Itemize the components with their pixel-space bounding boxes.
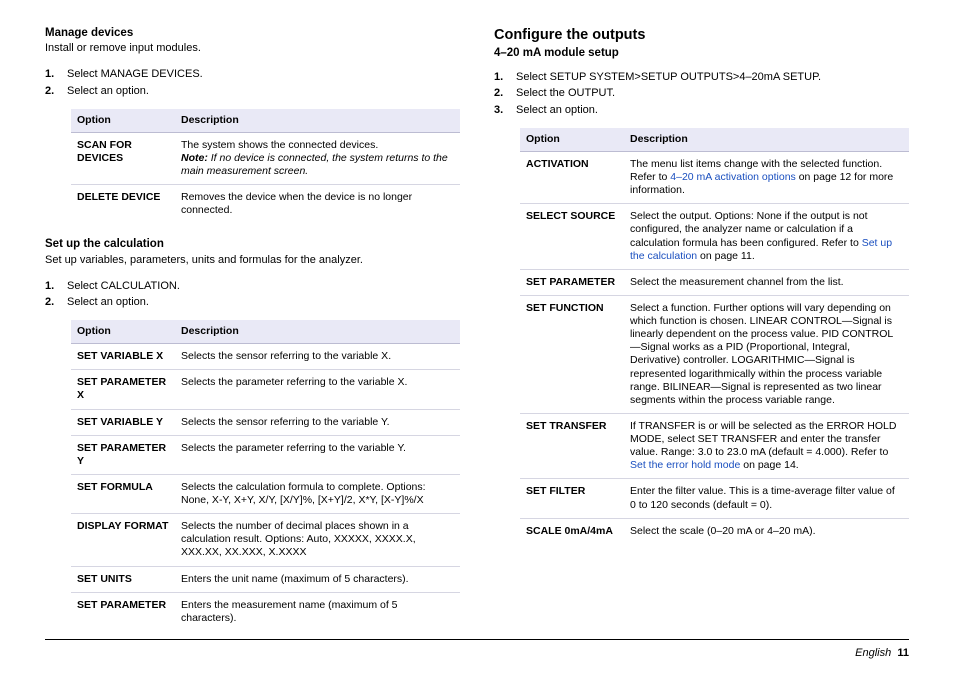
col-description: Description <box>624 128 909 152</box>
desc-text: Select the output. Options: None if the … <box>630 210 868 248</box>
description-cell: Removes the device when the device is no… <box>175 185 460 224</box>
description-cell: The menu list items change with the sele… <box>624 151 909 203</box>
manage-devices-heading: Manage devices <box>45 26 460 40</box>
option-cell: SET PARAMETER Y <box>71 435 175 474</box>
step-item: Select CALCULATION. <box>45 280 460 294</box>
col-description: Description <box>175 320 460 344</box>
option-cell: SET VARIABLE X <box>71 344 175 370</box>
table-row: DISPLAY FORMATSelects the number of deci… <box>71 514 460 566</box>
description-cell: Selects the parameter referring to the v… <box>175 435 460 474</box>
desc-text: on page 14. <box>740 459 798 471</box>
col-description: Description <box>175 109 460 133</box>
description-cell: Enters the measurement name (maximum of … <box>175 592 460 631</box>
description-cell: The system shows the connected devices. … <box>175 132 460 184</box>
two-column-layout: Manage devices Install or remove input m… <box>45 26 909 631</box>
page: Manage devices Install or remove input m… <box>0 0 954 673</box>
cross-ref-link[interactable]: Set the error hold mode <box>630 459 740 471</box>
module-setup-steps: Select SETUP SYSTEM>SETUP OUTPUTS>4–20mA… <box>494 71 909 118</box>
step-item: Select an option. <box>494 104 909 118</box>
option-cell: SET PARAMETER X <box>71 370 175 409</box>
table-row: SCAN FOR DEVICES The system shows the co… <box>71 132 460 184</box>
step-item: Select SETUP SYSTEM>SETUP OUTPUTS>4–20mA… <box>494 71 909 85</box>
table-row: ACTIVATION The menu list items change wi… <box>520 151 909 203</box>
step-item: Select an option. <box>45 85 460 99</box>
step-item: Select the OUTPUT. <box>494 87 909 101</box>
table-row: SET VARIABLE XSelects the sensor referri… <box>71 344 460 370</box>
option-cell: SET VARIABLE Y <box>71 409 175 435</box>
description-cell: If TRANSFER is or will be selected as th… <box>624 413 909 479</box>
desc-text: If TRANSFER is or will be selected as th… <box>630 420 896 458</box>
step-item: Select an option. <box>45 296 460 310</box>
table-row: SET FILTER Enter the filter value. This … <box>520 479 909 518</box>
col-option: Option <box>71 320 175 344</box>
option-cell: SCALE 0mA/4mA <box>520 518 624 544</box>
table-row: SET PARAMETER YSelects the parameter ref… <box>71 435 460 474</box>
description-cell: Select the scale (0–20 mA or 4–20 mA). <box>624 518 909 544</box>
manage-devices-intro: Install or remove input modules. <box>45 42 460 56</box>
desc-text: The system shows the connected devices. <box>181 139 378 151</box>
step-item: Select MANAGE DEVICES. <box>45 68 460 82</box>
option-cell: DELETE DEVICE <box>71 185 175 224</box>
description-cell: Enter the filter value. This is a time-a… <box>624 479 909 518</box>
table-row: SET FORMULASelects the calculation formu… <box>71 474 460 513</box>
option-cell: SET UNITS <box>71 566 175 592</box>
option-cell: SET PARAMETER <box>520 269 624 295</box>
right-column: Configure the outputs 4–20 mA module set… <box>494 26 909 631</box>
configure-outputs-heading: Configure the outputs <box>494 26 909 44</box>
description-cell: Selects the number of decimal places sho… <box>175 514 460 566</box>
manage-devices-table: Option Description SCAN FOR DEVICES The … <box>71 109 460 224</box>
option-cell: SCAN FOR DEVICES <box>71 132 175 184</box>
table-row: SET PARAMETEREnters the measurement name… <box>71 592 460 631</box>
description-cell: Enters the unit name (maximum of 5 chara… <box>175 566 460 592</box>
table-row: SELECT SOURCE Select the output. Options… <box>520 204 909 270</box>
cross-ref-link[interactable]: 4–20 mA activation options <box>670 171 796 183</box>
note-label: Note: <box>181 152 208 164</box>
table-row: SET UNITSEnters the unit name (maximum o… <box>71 566 460 592</box>
description-cell: Selects the sensor referring to the vari… <box>175 409 460 435</box>
footer-language: English <box>855 647 891 659</box>
module-setup-subheading: 4–20 mA module setup <box>494 46 909 60</box>
calculation-intro: Set up variables, parameters, units and … <box>45 254 460 268</box>
calculation-steps: Select CALCULATION. Select an option. <box>45 280 460 311</box>
col-option: Option <box>520 128 624 152</box>
description-cell: Select a function. Further options will … <box>624 295 909 413</box>
left-column: Manage devices Install or remove input m… <box>45 26 460 631</box>
page-footer: English 11 <box>45 639 909 659</box>
option-cell: SELECT SOURCE <box>520 204 624 270</box>
description-cell: Selects the sensor referring to the vari… <box>175 344 460 370</box>
table-row: SET FUNCTION Select a function. Further … <box>520 295 909 413</box>
calculation-heading: Set up the calculation <box>45 237 460 251</box>
table-row: DELETE DEVICE Removes the device when th… <box>71 185 460 224</box>
col-option: Option <box>71 109 175 133</box>
option-cell: ACTIVATION <box>520 151 624 203</box>
option-cell: SET FUNCTION <box>520 295 624 413</box>
manage-devices-steps: Select MANAGE DEVICES. Select an option. <box>45 68 460 99</box>
calculation-table: Option Description SET VARIABLE XSelects… <box>71 320 460 631</box>
table-row: SCALE 0mA/4mA Select the scale (0–20 mA … <box>520 518 909 544</box>
table-row: SET PARAMETER Select the measurement cha… <box>520 269 909 295</box>
option-cell: DISPLAY FORMAT <box>71 514 175 566</box>
note-body: If no device is connected, the system re… <box>181 152 448 177</box>
description-cell: Select the measurement channel from the … <box>624 269 909 295</box>
desc-text: on page 11. <box>697 250 755 262</box>
option-cell: SET FORMULA <box>71 474 175 513</box>
description-cell: Select the output. Options: None if the … <box>624 204 909 270</box>
table-row: SET TRANSFER If TRANSFER is or will be s… <box>520 413 909 479</box>
option-cell: SET FILTER <box>520 479 624 518</box>
table-row: SET VARIABLE YSelects the sensor referri… <box>71 409 460 435</box>
option-cell: SET PARAMETER <box>71 592 175 631</box>
table-row: SET PARAMETER XSelects the parameter ref… <box>71 370 460 409</box>
description-cell: Selects the parameter referring to the v… <box>175 370 460 409</box>
description-cell: Selects the calculation formula to compl… <box>175 474 460 513</box>
option-cell: SET TRANSFER <box>520 413 624 479</box>
footer-text: English 11 <box>45 641 909 659</box>
footer-page-number: 11 <box>897 647 909 659</box>
module-setup-table: Option Description ACTIVATION The menu l… <box>520 128 909 544</box>
